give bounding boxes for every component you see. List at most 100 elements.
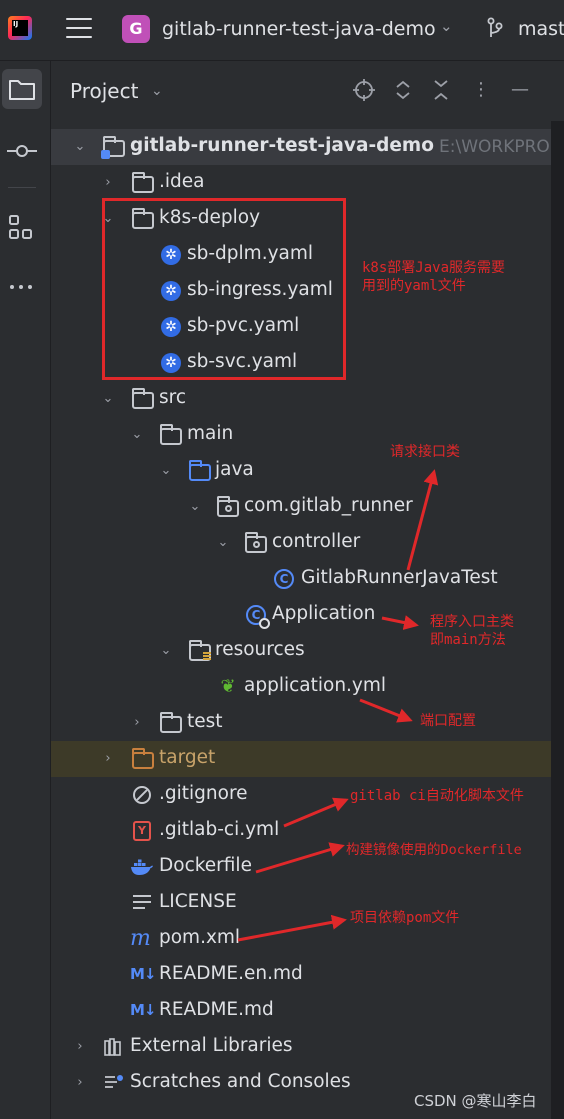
- expand-all-icon[interactable]: [390, 77, 416, 103]
- chevron-right-icon[interactable]: ›: [71, 1072, 89, 1094]
- package-icon: [245, 532, 267, 553]
- tree-row-label: README.en.md: [159, 963, 303, 984]
- tree-row-package[interactable]: ⌄ com.gitlab_runner: [51, 489, 551, 525]
- tree-row-application-yml[interactable]: ❦ application.yml: [51, 669, 551, 705]
- tool-window-strip: [0, 61, 51, 1119]
- annotation-k8s-line2: 用到的yaml文件: [362, 278, 466, 294]
- k8s-highlight-box: [102, 198, 346, 380]
- panel-title[interactable]: Project: [70, 79, 138, 103]
- project-badge-icon[interactable]: G: [122, 15, 150, 43]
- chevron-down-icon[interactable]: ⌄: [151, 83, 163, 99]
- tree-row-label: controller: [272, 531, 361, 552]
- tree-row-label: main: [187, 423, 234, 444]
- options-icon[interactable]: ⋮: [468, 77, 494, 103]
- branch-selector[interactable]: mast: [518, 18, 564, 40]
- tree-row-root[interactable]: ⌄ gitlab-runner-test-java-demo E:\WORKPR…: [51, 129, 551, 165]
- commit-tool-button[interactable]: [2, 131, 42, 171]
- resources-folder-icon: [189, 640, 211, 661]
- tree-row-src[interactable]: ⌄ src: [51, 381, 551, 417]
- tree-row-test[interactable]: › test: [51, 705, 551, 741]
- chevron-down-icon[interactable]: ⌄: [128, 424, 146, 446]
- chevron-down-icon[interactable]: ⌄: [214, 532, 232, 554]
- chevron-down-icon[interactable]: ⌄: [157, 460, 175, 482]
- docker-icon: [131, 859, 153, 875]
- tree-row-external-libraries[interactable]: › External Libraries: [51, 1029, 551, 1065]
- tree-row-idea[interactable]: › .idea: [51, 165, 551, 201]
- spring-leaf-icon: ❦: [220, 676, 236, 697]
- tree-row-readme[interactable]: M↓ README.md: [51, 993, 551, 1029]
- tree-row-label: Scratches and Consoles: [130, 1071, 351, 1092]
- tree-row-label: .gitignore: [159, 783, 248, 804]
- annotation-port: 端口配置: [420, 713, 476, 729]
- maven-icon: m: [130, 926, 151, 951]
- more-tools-button[interactable]: [2, 267, 42, 307]
- tree-row-label: Application: [272, 603, 376, 624]
- source-folder-icon: [189, 460, 211, 481]
- tree-row-label: test: [187, 711, 223, 732]
- yaml-file-icon: Y: [133, 821, 151, 841]
- tree-row-target[interactable]: › target: [51, 741, 551, 777]
- chevron-down-icon[interactable]: ⌄: [99, 388, 117, 410]
- git-branch-icon[interactable]: [485, 17, 505, 39]
- intellij-logo-icon: IJ: [8, 16, 32, 40]
- watermark: CSDN @寒山李白: [414, 1092, 537, 1110]
- folder-icon: [160, 424, 182, 445]
- excluded-folder-icon: [132, 748, 154, 769]
- tree-row-label: .idea: [159, 171, 205, 192]
- collapse-all-icon[interactable]: [428, 77, 454, 103]
- runnable-class-icon: C: [246, 605, 270, 629]
- tree-row-readme-en[interactable]: M↓ README.en.md: [51, 957, 551, 993]
- ignore-file-icon: [133, 786, 151, 804]
- tree-row-label: LICENSE: [159, 891, 237, 912]
- main-menu-icon[interactable]: [66, 18, 92, 40]
- tree-row-label: .gitlab-ci.yml: [159, 819, 280, 840]
- tree-row-label: target: [159, 747, 216, 768]
- chevron-right-icon[interactable]: ›: [99, 172, 117, 194]
- library-icon: [104, 1038, 121, 1056]
- markdown-icon: M↓: [130, 965, 157, 983]
- tree-row-label: resources: [215, 639, 305, 660]
- folder-icon: [9, 80, 35, 100]
- hide-icon[interactable]: —: [507, 77, 533, 103]
- tree-row-controller-class[interactable]: C GitlabRunnerJavaTest: [51, 561, 551, 597]
- chevron-down-icon[interactable]: ⌄: [71, 136, 89, 158]
- annotation-gitlab-ci: gitlab ci自动化脚本文件: [350, 788, 524, 804]
- folder-icon: [132, 388, 154, 409]
- annotation-controller: 请求接口类: [390, 444, 460, 460]
- tree-row-pom[interactable]: m pom.xml: [51, 921, 551, 957]
- text-file-icon: [133, 895, 151, 911]
- tree-row-java[interactable]: ⌄ java: [51, 453, 551, 489]
- tree-row-license[interactable]: LICENSE: [51, 885, 551, 921]
- tree-row-label: application.yml: [244, 675, 387, 696]
- tree-row-label: External Libraries: [130, 1035, 293, 1056]
- divider: [8, 187, 36, 188]
- tree-row-label: src: [159, 387, 187, 408]
- chevron-down-icon[interactable]: ⌄: [186, 496, 204, 518]
- tree-row-label: gitlab-runner-test-java-demo: [130, 135, 434, 156]
- chevron-right-icon[interactable]: ›: [128, 712, 146, 734]
- tree-row-label: java: [215, 459, 254, 480]
- structure-icon: [9, 215, 32, 239]
- markdown-icon: M↓: [130, 1001, 157, 1019]
- tree-row-label: com.gitlab_runner: [244, 495, 413, 516]
- annotation-pom: 项目依赖pom文件: [350, 910, 460, 926]
- chevron-right-icon[interactable]: ›: [99, 748, 117, 770]
- tree-row-label: GitlabRunnerJavaTest: [301, 567, 498, 588]
- annotation-app-line1: 程序入口主类: [430, 614, 514, 630]
- module-folder-icon: [101, 136, 125, 159]
- annotation-app-line2: 即main方法: [430, 632, 506, 648]
- locate-icon[interactable]: [351, 77, 377, 103]
- tree-row-main[interactable]: ⌄ main: [51, 417, 551, 453]
- chevron-down-icon[interactable]: ⌄: [157, 640, 175, 662]
- project-tool-button[interactable]: [2, 69, 42, 109]
- project-switcher[interactable]: gitlab-runner-test-java-demo: [162, 18, 436, 40]
- chevron-right-icon[interactable]: ›: [71, 1036, 89, 1058]
- structure-tool-button[interactable]: [2, 207, 42, 247]
- folder-icon: [132, 172, 154, 193]
- tree-row-label: README.md: [159, 999, 274, 1020]
- more-horizontal-icon: [10, 285, 32, 289]
- chevron-down-icon[interactable]: ⌄: [440, 17, 453, 35]
- annotation-dockerfile: 构建镜像使用的Dockerfile: [346, 842, 522, 858]
- tree-row-controller[interactable]: ⌄ controller: [51, 525, 551, 561]
- editor-edge-top: [551, 61, 564, 121]
